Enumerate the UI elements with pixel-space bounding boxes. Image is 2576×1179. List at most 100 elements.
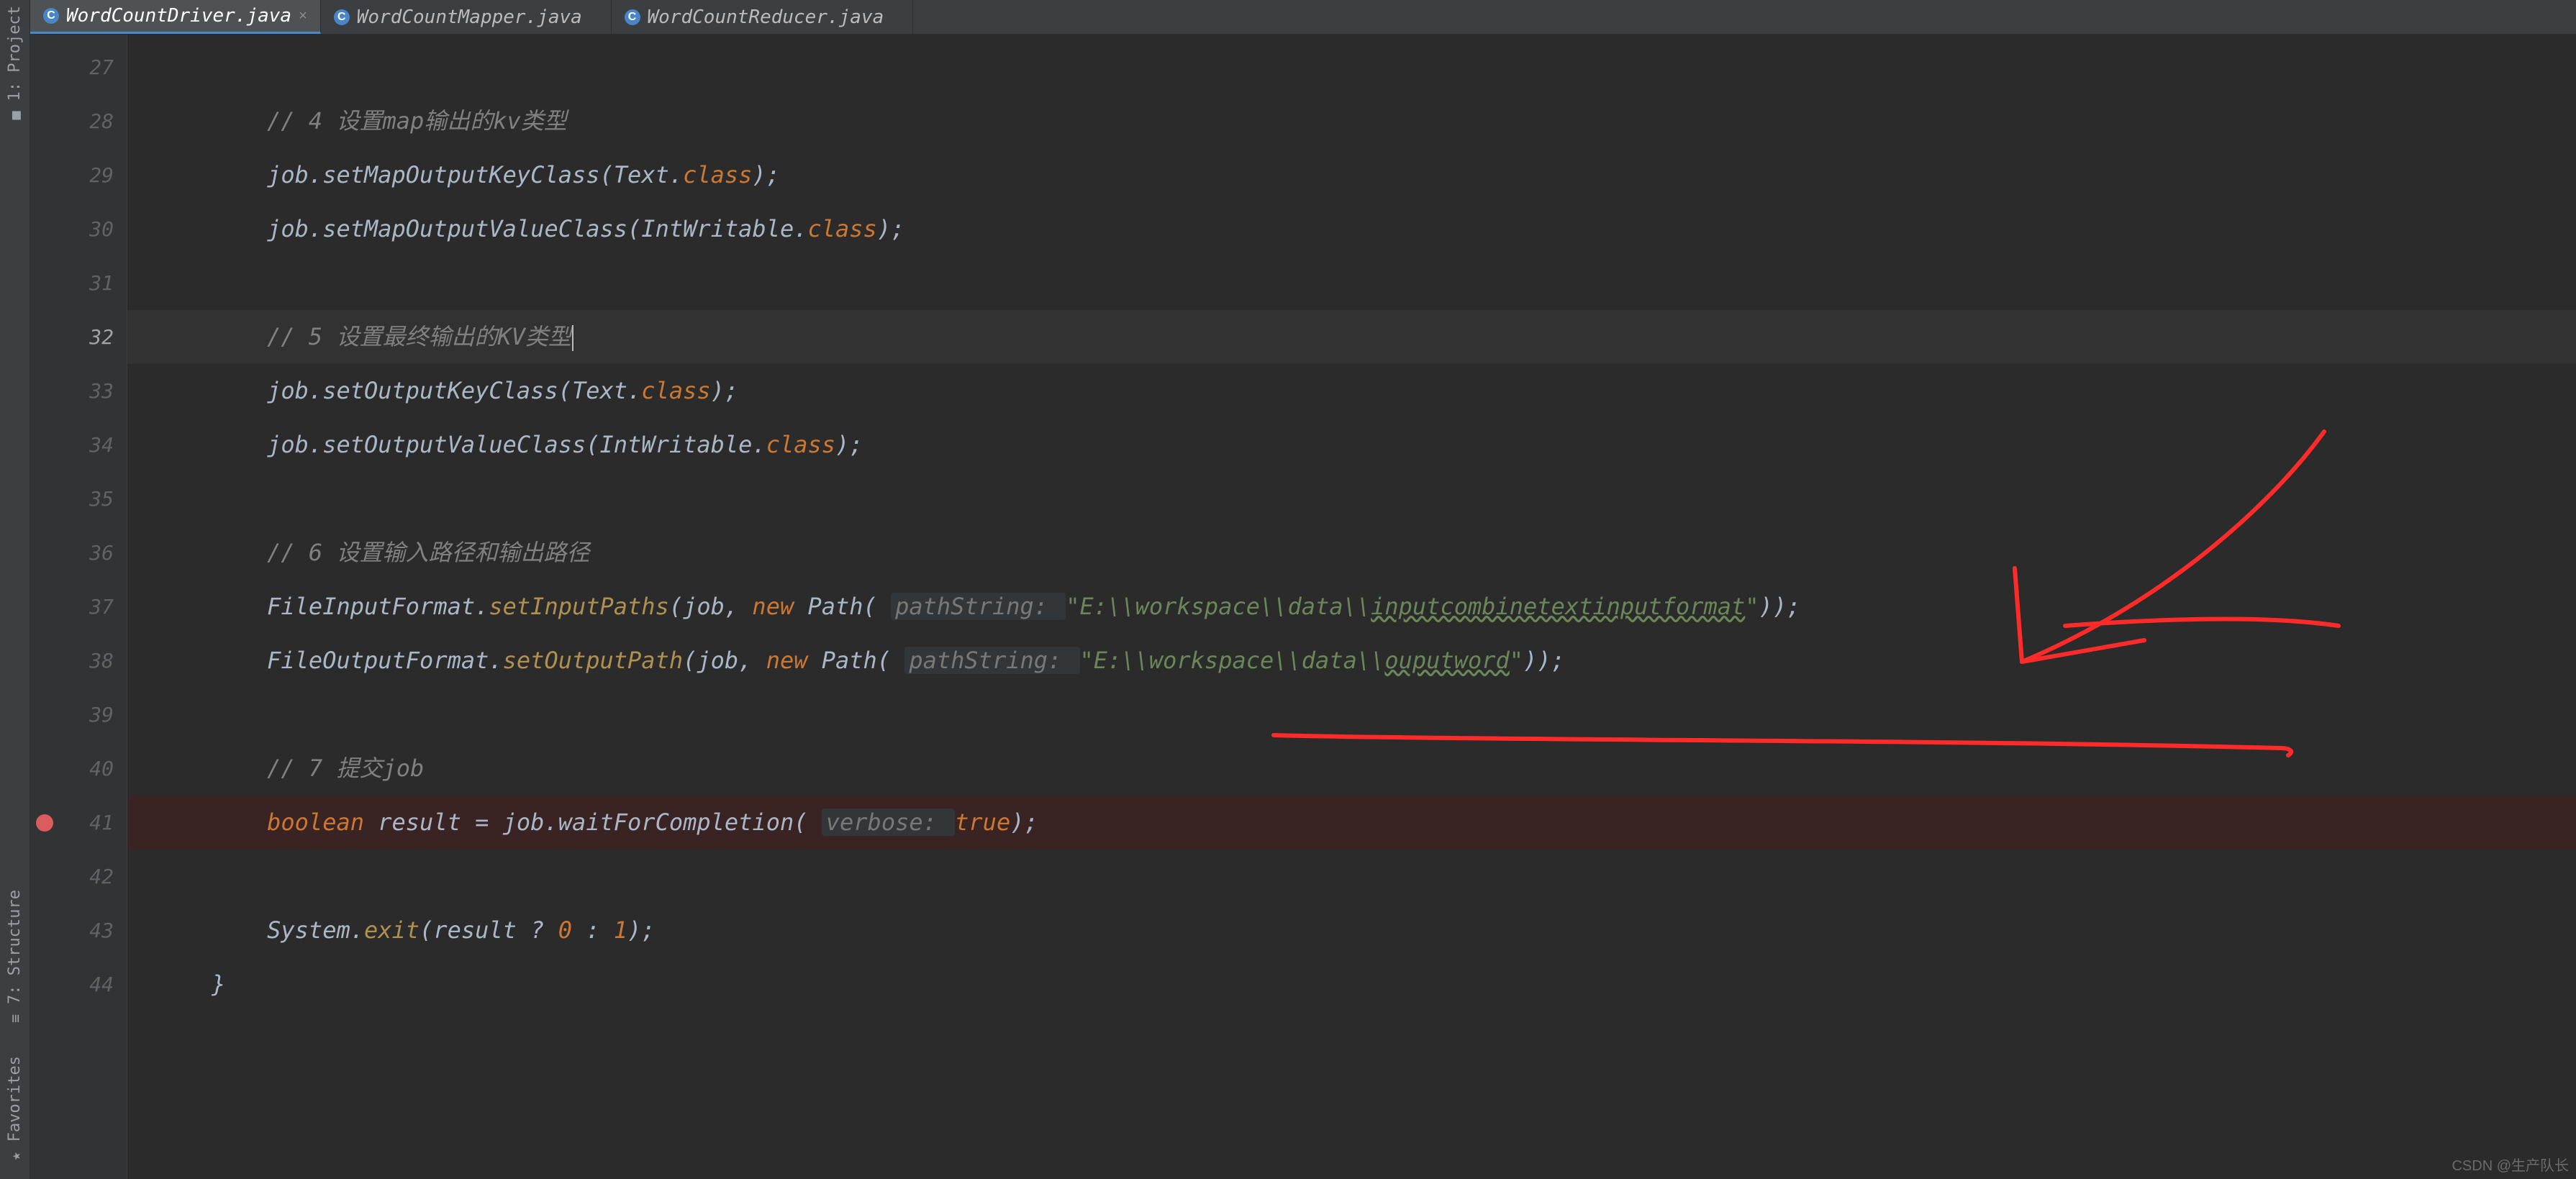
breakpoint-cell[interactable] bbox=[30, 364, 59, 418]
code-token: verbose: bbox=[822, 809, 955, 836]
line-number[interactable]: 44 bbox=[59, 957, 127, 1011]
app-root: ■1: Project ≡7: Structure ★Favorites CWord… bbox=[0, 0, 2576, 1179]
code-token: true bbox=[955, 809, 1010, 836]
code-token: // 5 设置最终输出的KV类型 bbox=[267, 323, 571, 350]
code-token: exit bbox=[364, 916, 419, 944]
tab-label: WordCountReducer.java bbox=[648, 6, 884, 28]
line-number[interactable]: 27 bbox=[59, 40, 127, 94]
line-number[interactable]: 38 bbox=[59, 634, 127, 688]
close-icon[interactable]: × bbox=[299, 8, 307, 24]
line-number[interactable]: 33 bbox=[59, 364, 127, 418]
code-token: pathString: bbox=[904, 647, 1079, 674]
code-token: class bbox=[641, 377, 710, 404]
code-line[interactable]: job.setOutputKeyClass(Text.class); bbox=[127, 364, 2576, 418]
watermark-text: CSDN @生产队长 bbox=[2452, 1154, 2569, 1175]
breakpoint-cell[interactable] bbox=[30, 742, 59, 796]
breakpoint-cell[interactable] bbox=[30, 94, 59, 148]
tool-rail-item[interactable]: ★Favorites bbox=[6, 1056, 24, 1165]
breakpoint-cell[interactable] bbox=[30, 202, 59, 256]
code-line[interactable] bbox=[127, 472, 2576, 526]
line-number[interactable]: 41 bbox=[59, 796, 127, 850]
main-area: CWordCountDriver.java×CWordCountMapper.j… bbox=[30, 0, 2576, 1179]
editor-tab[interactable]: CWordCountReducer.java× bbox=[612, 0, 913, 34]
code-token: ); bbox=[711, 377, 739, 404]
line-number[interactable]: 39 bbox=[59, 688, 127, 742]
tool-rail-item[interactable]: ≡7: Structure bbox=[6, 890, 24, 1027]
line-number-gutter[interactable]: 272829303132333435363738394041424344 bbox=[59, 35, 127, 1179]
code-line[interactable]: job.setMapOutputValueClass(IntWritable.c… bbox=[127, 202, 2576, 256]
breakpoint-cell[interactable] bbox=[30, 40, 59, 94]
code-token: ); bbox=[835, 431, 863, 458]
code-editor[interactable]: 272829303132333435363738394041424344 // … bbox=[30, 35, 2576, 1179]
line-number[interactable]: 31 bbox=[59, 256, 127, 310]
code-line[interactable] bbox=[127, 688, 2576, 742]
code-token: inputcombinetextinputformat bbox=[1371, 593, 1745, 620]
code-token: setOutputPath bbox=[503, 647, 683, 674]
code-token: job.setOutputKeyClass(Text. bbox=[156, 377, 641, 404]
code-line[interactable]: // 4 设置map输出的kv类型 bbox=[127, 94, 2576, 148]
breakpoint-cell[interactable] bbox=[30, 256, 59, 310]
line-number[interactable]: 35 bbox=[59, 472, 127, 526]
code-line[interactable]: // 7 提交job bbox=[127, 742, 2576, 796]
tool-rail-item[interactable]: ■1: Project bbox=[6, 6, 24, 124]
code-line[interactable] bbox=[127, 256, 2576, 310]
code-line[interactable]: job.setMapOutputKeyClass(Text.class); bbox=[127, 148, 2576, 202]
code-token: job.setMapOutputKeyClass(Text. bbox=[156, 161, 683, 188]
breakpoint-cell[interactable] bbox=[30, 957, 59, 1011]
code-line[interactable] bbox=[127, 40, 2576, 94]
breakpoint-icon[interactable] bbox=[36, 814, 53, 832]
line-number[interactable]: 43 bbox=[59, 903, 127, 957]
code-area[interactable]: // 4 设置map输出的kv类型 job.setMapOutputKeyCla… bbox=[127, 35, 2576, 1179]
code-token: ); bbox=[877, 215, 905, 242]
code-token: (job, bbox=[683, 647, 766, 674]
breakpoint-cell[interactable] bbox=[30, 148, 59, 202]
code-line[interactable]: // 5 设置最终输出的KV类型 bbox=[127, 310, 2576, 364]
code-line[interactable]: System.exit(result ? 0 : 1); bbox=[127, 903, 2576, 957]
line-number[interactable]: 42 bbox=[59, 850, 127, 903]
code-token: 1 bbox=[614, 916, 627, 944]
line-number[interactable]: 32 bbox=[59, 310, 127, 364]
line-number[interactable]: 34 bbox=[59, 418, 127, 472]
code-token: " bbox=[1745, 593, 1759, 620]
breakpoint-cell[interactable] bbox=[30, 634, 59, 688]
code-token: (job, bbox=[669, 593, 753, 620]
breakpoint-cell[interactable] bbox=[30, 418, 59, 472]
code-line[interactable]: } bbox=[127, 957, 2576, 1011]
code-line[interactable]: job.setOutputValueClass(IntWritable.clas… bbox=[127, 418, 2576, 472]
code-token: result = job.waitForCompletion( bbox=[378, 809, 822, 836]
line-number[interactable]: 30 bbox=[59, 202, 127, 256]
breakpoint-cell[interactable] bbox=[30, 580, 59, 634]
line-number[interactable]: 36 bbox=[59, 526, 127, 580]
editor-tab[interactable]: CWordCountDriver.java× bbox=[30, 0, 321, 34]
breakpoint-cell[interactable] bbox=[30, 310, 59, 364]
editor-tab[interactable]: CWordCountMapper.java× bbox=[321, 0, 612, 34]
code-token: )); bbox=[1759, 593, 1801, 620]
tab-label: WordCountMapper.java bbox=[357, 6, 582, 28]
line-number[interactable]: 40 bbox=[59, 742, 127, 796]
breakpoint-cell[interactable] bbox=[30, 796, 59, 850]
breakpoint-cell[interactable] bbox=[30, 688, 59, 742]
code-line[interactable]: // 6 设置输入路径和输出路径 bbox=[127, 526, 2576, 580]
line-number[interactable]: 28 bbox=[59, 94, 127, 148]
breakpoint-cell[interactable] bbox=[30, 850, 59, 903]
code-token: job.setMapOutputValueClass(IntWritable. bbox=[156, 215, 807, 242]
breakpoint-cell[interactable] bbox=[30, 526, 59, 580]
code-token: : bbox=[572, 916, 614, 944]
breakpoint-gutter[interactable] bbox=[30, 35, 59, 1179]
code-line[interactable]: boolean result = job.waitForCompletion( … bbox=[127, 796, 2576, 850]
code-line[interactable] bbox=[127, 850, 2576, 903]
line-number[interactable]: 37 bbox=[59, 580, 127, 634]
tool-rail-icon: ≡ bbox=[6, 1014, 23, 1023]
code-token bbox=[156, 323, 267, 350]
code-token: setInputPaths bbox=[489, 593, 668, 620]
breakpoint-cell[interactable] bbox=[30, 472, 59, 526]
code-line[interactable]: FileInputFormat.setInputPaths(job, new P… bbox=[127, 580, 2576, 634]
code-token: boolean bbox=[267, 809, 378, 836]
code-token bbox=[156, 107, 267, 135]
breakpoint-cell[interactable] bbox=[30, 903, 59, 957]
line-number[interactable]: 29 bbox=[59, 148, 127, 202]
code-token: Path( bbox=[822, 647, 905, 674]
code-token bbox=[156, 755, 267, 782]
code-token: job.setOutputValueClass(IntWritable. bbox=[156, 431, 766, 458]
code-line[interactable]: FileOutputFormat.setOutputPath(job, new … bbox=[127, 634, 2576, 688]
